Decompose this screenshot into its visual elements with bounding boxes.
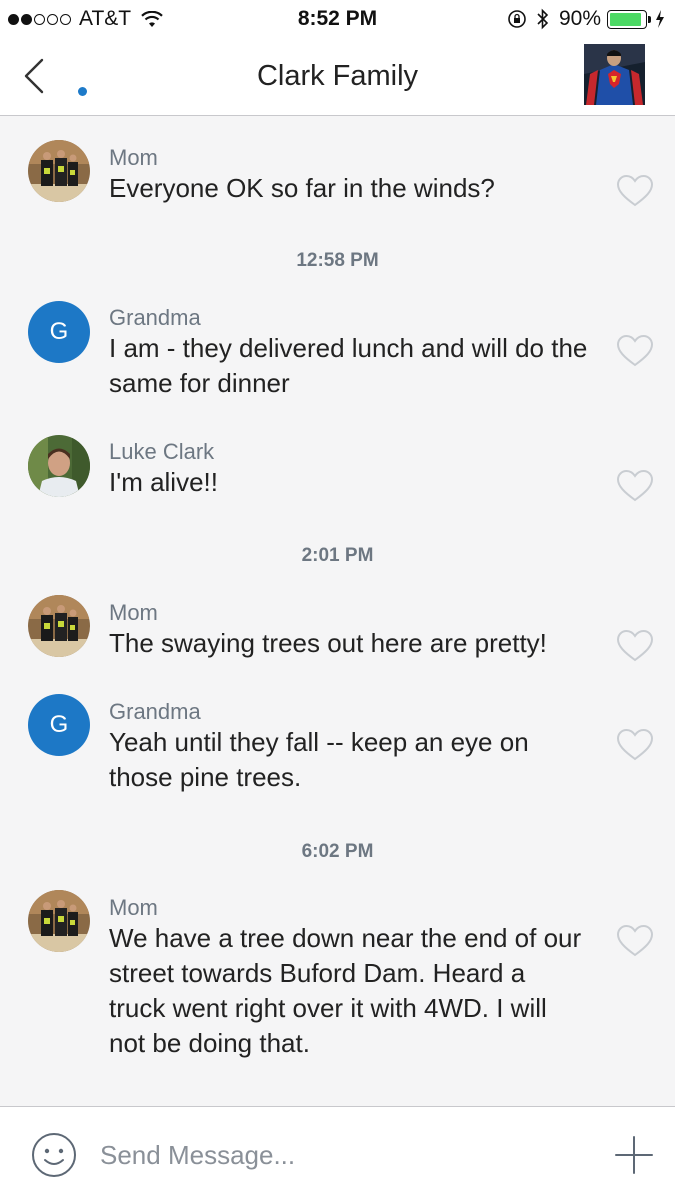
avatar-mom[interactable]: [28, 890, 90, 952]
battery-icon: [607, 9, 651, 29]
composer-bar: [0, 1106, 675, 1200]
heart-icon[interactable]: [616, 469, 654, 503]
timestamp-divider: 6:02 PM: [301, 841, 374, 862]
charging-icon: [656, 10, 664, 28]
battery-level: [610, 12, 641, 26]
conversation-header: Clark Family: [0, 38, 675, 116]
avatar-luke-clark[interactable]: [28, 435, 90, 497]
status-bar: AT&T 8:52 PM 90%: [0, 0, 675, 38]
message-text: I'm alive!!: [109, 467, 218, 497]
avatar-photo: [28, 595, 90, 657]
group-avatar[interactable]: [584, 44, 645, 105]
orientation-lock-icon: [508, 10, 526, 28]
heart-icon[interactable]: [616, 174, 654, 208]
heart-icon[interactable]: [616, 629, 654, 663]
message-text: I am - they delivered lunch and will do …: [109, 333, 588, 398]
avatar-mom[interactable]: [28, 140, 90, 202]
battery-percent: 90%: [558, 7, 601, 30]
sender-name: Mom: [109, 145, 158, 170]
timestamp-divider: 12:58 PM: [296, 250, 379, 271]
avatar-photo: [28, 890, 90, 952]
message-input[interactable]: [100, 1135, 580, 1175]
heart-icon[interactable]: [616, 924, 654, 958]
conversation-title: Clark Family: [256, 60, 419, 92]
smiley-icon[interactable]: [30, 1131, 78, 1179]
plus-icon[interactable]: [612, 1133, 656, 1177]
status-right: 90%: [507, 7, 665, 31]
avatar-grandma[interactable]: G: [28, 301, 90, 363]
group-photo: [584, 44, 645, 105]
message-text: Everyone OK so far in the winds?: [109, 173, 495, 203]
message-list[interactable]: Mom Everyone OK so far in the winds? 12:…: [0, 117, 675, 1105]
sender-name: Mom: [109, 600, 158, 625]
sender-name: Grandma: [109, 305, 201, 330]
sender-name: Grandma: [109, 699, 201, 724]
heart-icon[interactable]: [616, 334, 654, 368]
avatar-grandma[interactable]: G: [28, 694, 90, 756]
avatar-photo: [28, 140, 90, 202]
avatar-mom[interactable]: [28, 595, 90, 657]
sender-name: Luke Clark: [109, 439, 215, 464]
timestamp-divider: 2:01 PM: [301, 545, 374, 566]
heart-icon[interactable]: [616, 728, 654, 762]
avatar-photo: [28, 435, 90, 497]
message-text: Yeah until they fall -- keep an eye on t…: [109, 727, 529, 792]
message-text: We have a tree down near the end of our …: [109, 923, 582, 1058]
sender-name: Mom: [109, 895, 158, 920]
bluetooth-icon: [537, 8, 549, 30]
message-text: The swaying trees out here are pretty!: [109, 628, 547, 658]
